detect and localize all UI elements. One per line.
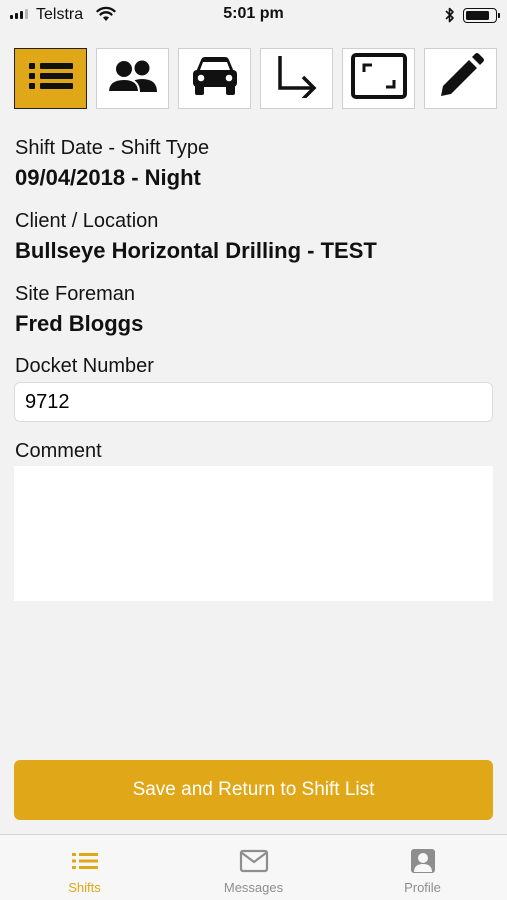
details-tab-button[interactable] <box>14 48 87 109</box>
list-icon <box>71 847 99 875</box>
list-icon <box>27 61 75 96</box>
client-value: Bullseye Horizontal Drilling - TEST <box>15 238 377 263</box>
tab-messages[interactable]: Messages <box>169 835 338 900</box>
fullscreen-tab-button[interactable] <box>342 48 415 109</box>
next-tab-button[interactable] <box>260 48 333 109</box>
frame-corners-icon <box>350 52 408 105</box>
tab-shifts-label: Shifts <box>68 880 101 895</box>
mail-icon <box>239 847 269 875</box>
comment-label: Comment <box>15 440 102 462</box>
tab-profile[interactable]: Profile <box>338 835 507 900</box>
shift-value: 09/04/2018 - Night <box>15 165 201 190</box>
turn-right-arrow-icon <box>274 54 320 103</box>
docket-number-input[interactable] <box>14 382 493 422</box>
docket-label: Docket Number <box>15 355 154 377</box>
edit-tab-button[interactable] <box>424 48 497 109</box>
foreman-value: Fred Bloggs <box>15 311 144 336</box>
shift-label: Shift Date - Shift Type <box>15 137 210 159</box>
battery-icon <box>463 8 497 23</box>
bluetooth-icon <box>444 6 456 29</box>
people-icon <box>106 58 160 99</box>
shift-toolbar <box>14 48 497 109</box>
tab-profile-label: Profile <box>404 880 441 895</box>
status-bar: Telstra 5:01 pm <box>0 0 507 30</box>
person-icon <box>410 847 436 875</box>
tab-shifts[interactable]: Shifts <box>0 835 169 900</box>
pencil-icon <box>437 52 485 105</box>
clock: 5:01 pm <box>223 5 284 22</box>
battery-tip <box>498 13 500 18</box>
car-icon <box>190 55 240 102</box>
vehicle-tab-button[interactable] <box>178 48 251 109</box>
client-label: Client / Location <box>15 210 159 232</box>
save-and-return-button[interactable]: Save and Return to Shift List <box>14 760 493 820</box>
crew-tab-button[interactable] <box>96 48 169 109</box>
foreman-label: Site Foreman <box>15 283 136 305</box>
comment-textarea[interactable] <box>14 466 493 601</box>
bottom-tab-bar: Shifts Messages Profile <box>0 834 507 900</box>
tab-messages-label: Messages <box>223 880 284 895</box>
